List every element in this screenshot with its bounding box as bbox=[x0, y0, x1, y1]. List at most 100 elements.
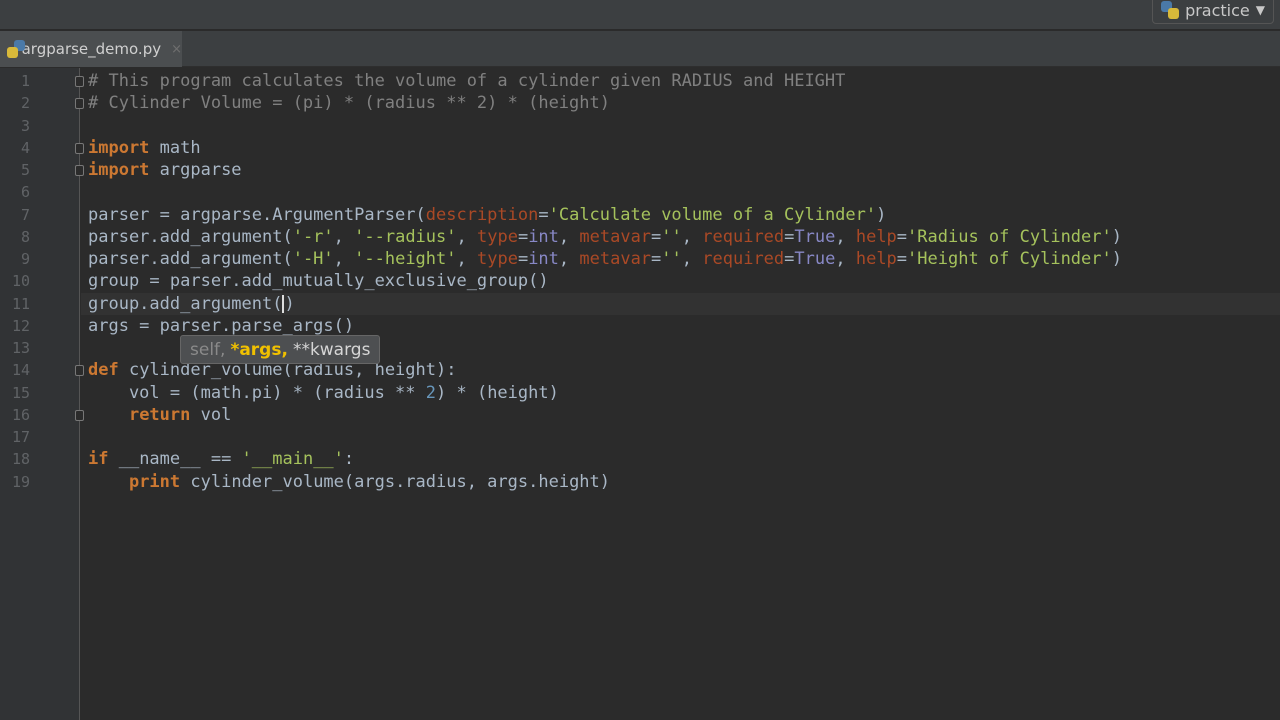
code-token: help bbox=[855, 249, 897, 269]
code-token: metavar bbox=[579, 226, 652, 247]
code-token: vol bbox=[190, 404, 232, 425]
line-number: 12 bbox=[11, 316, 30, 335]
line-number: 8 bbox=[20, 227, 30, 246]
code-token: , bbox=[558, 249, 580, 269]
tab-label: argparse_demo.py bbox=[21, 40, 162, 58]
code-token: import bbox=[88, 137, 150, 158]
code-token: group = parser.add_mutually_exclusive_gr… bbox=[88, 271, 549, 292]
code-token: , bbox=[333, 249, 355, 269]
code-token: = bbox=[651, 249, 662, 269]
code-token: args = parser.parse_args() bbox=[88, 315, 355, 336]
code-token: = bbox=[651, 226, 662, 247]
code-token: , bbox=[835, 249, 856, 269]
code-token: = bbox=[538, 204, 549, 225]
code-token: int bbox=[528, 226, 559, 247]
code-token: ) bbox=[876, 204, 887, 225]
code-token: , bbox=[558, 226, 580, 247]
fold-marker-icon[interactable] bbox=[75, 76, 84, 87]
code-token: '' bbox=[661, 226, 682, 247]
code-token: int bbox=[528, 249, 559, 269]
code-token: = bbox=[784, 226, 795, 247]
code-line[interactable]: parser = argparse.ArgumentParser(descrip… bbox=[88, 204, 1122, 226]
code-token: , bbox=[835, 226, 856, 247]
line-number: 15 bbox=[11, 383, 30, 402]
code-token: 'Height of Cylinder' bbox=[907, 249, 1112, 269]
code-line[interactable]: # This program calculates the volume of … bbox=[88, 70, 1122, 92]
line-number: 14 bbox=[11, 361, 30, 380]
code-token: '--radius' bbox=[354, 226, 457, 247]
code-token: , bbox=[681, 226, 703, 247]
line-number: 2 bbox=[20, 94, 30, 113]
fold-marker-icon[interactable] bbox=[75, 409, 84, 421]
code-token: , bbox=[456, 249, 477, 269]
code-token: '__main__' bbox=[241, 449, 344, 470]
project-selector[interactable]: practice ▼ bbox=[1152, 0, 1274, 24]
param-kwargs: **kwargs bbox=[292, 339, 371, 360]
line-number: 11 bbox=[11, 294, 30, 313]
line-number: 16 bbox=[11, 405, 30, 424]
line-number: 7 bbox=[20, 205, 30, 224]
line-number-gutter: 1 2 3 4 5 6 7 8 9 10 11 12 13 14 15 16 17 18 19 bbox=[0, 68, 80, 720]
code-line[interactable]: args = parser.parse_args() bbox=[88, 315, 1122, 337]
code-line[interactable]: parser.add_argument('-H', '--height', ty… bbox=[88, 248, 1122, 270]
code-editor[interactable]: # This program calculates the volume of … bbox=[88, 70, 1122, 493]
code-line[interactable] bbox=[88, 115, 1122, 137]
code-token: help bbox=[855, 226, 897, 247]
close-tab-icon[interactable]: × bbox=[171, 42, 182, 57]
python-file-icon bbox=[7, 40, 24, 58]
code-token: required bbox=[702, 249, 785, 269]
code-token: 2 bbox=[425, 382, 437, 403]
editor-tabs: argparse_demo.py × bbox=[0, 31, 1280, 67]
code-token: 'Calculate volume of a Cylinder' bbox=[548, 204, 877, 225]
code-line[interactable]: parser.add_argument('-r', '--radius', ty… bbox=[88, 226, 1122, 248]
dropdown-arrow-icon: ▼ bbox=[1255, 3, 1265, 17]
line-number: 10 bbox=[11, 272, 30, 291]
code-token: argparse bbox=[149, 160, 242, 180]
code-token: vol = (math.pi) * (radius ** bbox=[88, 382, 426, 403]
code-token: '-r' bbox=[292, 226, 334, 247]
code-line[interactable]: group = parser.add_mutually_exclusive_gr… bbox=[88, 270, 1122, 292]
code-token: , bbox=[333, 226, 355, 247]
code-line[interactable]: if __name__ == '__main__': bbox=[88, 448, 1122, 470]
code-token: True bbox=[794, 226, 836, 247]
project-name: practice bbox=[1185, 0, 1250, 20]
code-token: # This program calculates the volume of … bbox=[88, 71, 846, 91]
param-args: *args, bbox=[230, 339, 288, 360]
fold-marker-icon[interactable] bbox=[75, 165, 84, 176]
code-token: math bbox=[149, 137, 201, 158]
code-token: 'Radius of Cylinder' bbox=[907, 226, 1112, 247]
code-token: ) bbox=[1111, 226, 1122, 247]
code-token: '' bbox=[661, 249, 682, 269]
code-line[interactable]: # Cylinder Volume = (pi) * (radius ** 2)… bbox=[88, 92, 1122, 114]
code-line[interactable]: import argparse bbox=[88, 159, 1122, 181]
line-number: 5 bbox=[20, 161, 30, 179]
code-token: required bbox=[702, 226, 785, 247]
code-token: : bbox=[343, 449, 355, 470]
code-line[interactable]: group.add_argument() bbox=[88, 293, 1122, 315]
code-line[interactable] bbox=[88, 426, 1122, 448]
code-token: # Cylinder Volume = (pi) * (radius ** 2)… bbox=[88, 93, 610, 114]
code-token: cylinder_volume(args.radius, args.height… bbox=[180, 471, 611, 492]
code-token: ) bbox=[284, 293, 295, 314]
code-token: = bbox=[517, 226, 529, 247]
code-token: type bbox=[476, 226, 518, 247]
code-line[interactable]: print cylinder_volume(args.radius, args.… bbox=[88, 471, 1122, 493]
code-line[interactable]: import math bbox=[88, 137, 1122, 159]
line-number: 1 bbox=[20, 72, 30, 90]
code-token: ) * (height) bbox=[436, 382, 559, 403]
tab-argparse-demo[interactable]: argparse_demo.py × bbox=[0, 31, 182, 67]
fold-marker-icon[interactable] bbox=[75, 365, 84, 377]
toolbar: practice ▼ bbox=[0, 0, 1280, 30]
line-number: 17 bbox=[11, 428, 30, 446]
fold-marker-icon[interactable] bbox=[75, 142, 84, 154]
code-line[interactable] bbox=[88, 181, 1122, 203]
code-token: print bbox=[128, 471, 181, 492]
code-line[interactable]: vol = (math.pi) * (radius ** 2) * (heigh… bbox=[88, 382, 1122, 404]
fold-marker-icon[interactable] bbox=[75, 98, 84, 110]
code-token: = bbox=[896, 249, 908, 269]
code-token: parser.add_argument( bbox=[88, 249, 293, 269]
code-token: , bbox=[681, 249, 703, 269]
code-line[interactable]: return vol bbox=[88, 404, 1122, 426]
code-token: = bbox=[784, 249, 795, 269]
